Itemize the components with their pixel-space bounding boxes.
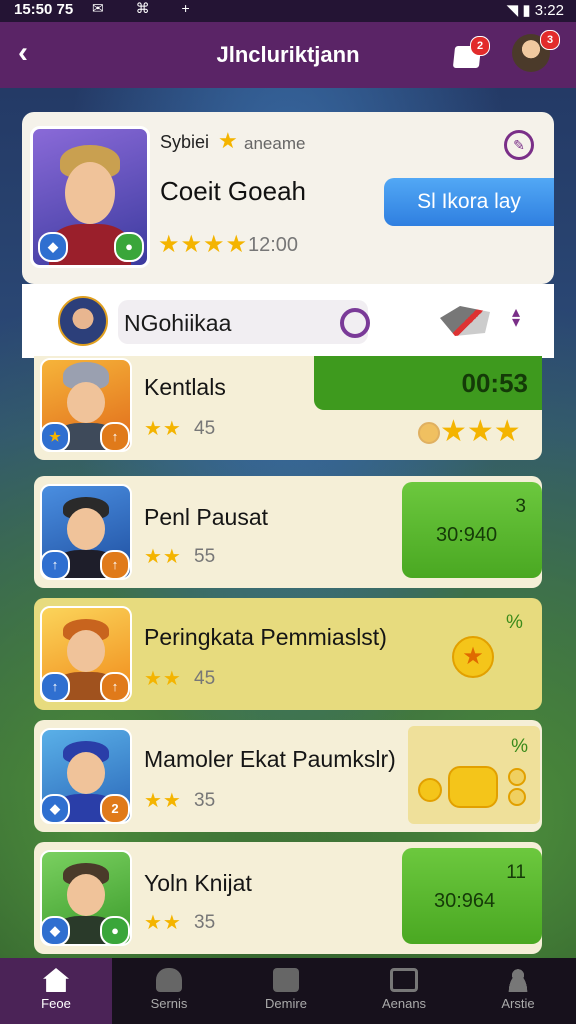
tab-label: Sernis bbox=[150, 996, 188, 1011]
shield-icon: ◆ bbox=[40, 916, 70, 946]
status-battery: ◥ ▮ 3:22 bbox=[506, 2, 564, 19]
row-stars: ★★ bbox=[144, 546, 182, 568]
row-rating: 35 bbox=[194, 912, 216, 933]
row-value: 30:964 bbox=[434, 890, 496, 912]
tab-label: Aenans bbox=[381, 996, 427, 1011]
tab-search[interactable]: Sernis bbox=[113, 958, 225, 1024]
portrait-icon bbox=[273, 968, 299, 992]
timer-panel: 00:53 bbox=[314, 356, 542, 410]
level-icon: ↑ bbox=[100, 672, 130, 702]
sort-icon[interactable]: ▴ ▾ bbox=[512, 305, 520, 331]
row-name: Penl Pausat bbox=[144, 504, 269, 530]
home-icon bbox=[43, 968, 69, 992]
shield-icon: ◆ bbox=[38, 232, 68, 262]
star-icon: ★ bbox=[218, 128, 238, 153]
list-item-highlighted[interactable]: ↑ ↑ Peringkata Pemmiaslst) ★★ 45 % ★ bbox=[34, 598, 542, 710]
tab-account[interactable]: Arstie bbox=[462, 958, 574, 1024]
search-icon[interactable] bbox=[340, 308, 370, 338]
notification-badge: 2 bbox=[470, 36, 490, 56]
timer-panel: 11 30:964 bbox=[402, 848, 542, 944]
list-item[interactable]: ◆ 2 Mamoler Ekat Paumkslr) ★★ 35 % bbox=[34, 720, 542, 832]
reward-stars: ★★★ bbox=[440, 415, 521, 448]
tab-messages[interactable]: Aenans bbox=[348, 958, 460, 1024]
profile-rating: 12:00 bbox=[248, 234, 299, 256]
row-name: Mamoler Ekat Paumkslr) bbox=[144, 746, 396, 772]
profile-stars: ★★★★ bbox=[158, 231, 249, 258]
profile-name: Coeit Goeah bbox=[160, 176, 306, 206]
tab-home[interactable]: Feoe bbox=[0, 958, 112, 1024]
filter-bar: NGohiikaa ▴ ▾ bbox=[22, 284, 554, 358]
level-icon: ↑ bbox=[100, 550, 130, 580]
status-icons: ✉ ⌘ + bbox=[92, 0, 204, 16]
shield-icon: ◆ bbox=[40, 794, 70, 824]
row-name: Peringkata Pemmiaslst) bbox=[144, 624, 387, 650]
coin-icon bbox=[508, 768, 526, 786]
row-stars: ★★ bbox=[144, 418, 182, 440]
star-badge-icon: ★ bbox=[40, 422, 70, 452]
reward-panel: % bbox=[408, 726, 540, 824]
flag-icon[interactable] bbox=[440, 306, 490, 336]
row-badge: % bbox=[511, 736, 528, 757]
row-rating: 55 bbox=[194, 546, 216, 567]
list-item[interactable]: ↑ ↑ Penl Pausat ★★ 55 3 30:940 bbox=[34, 476, 542, 588]
level-icon: ↑ bbox=[100, 422, 130, 452]
play-button[interactable]: Sl Ikora lay bbox=[384, 178, 554, 226]
row-name: Yoln Knijat bbox=[144, 870, 252, 896]
row-badge: 3 bbox=[515, 496, 526, 517]
coin-stack-icon[interactable] bbox=[448, 766, 498, 808]
user-icon bbox=[505, 968, 531, 992]
app-bar: ‹ Jlncluriktjann 2 3 bbox=[0, 22, 576, 88]
row-name: Kentlals bbox=[144, 374, 226, 400]
row-value: 00:53 bbox=[461, 368, 529, 398]
notifications-button[interactable]: 2 bbox=[450, 36, 490, 70]
row-rating: 45 bbox=[194, 668, 216, 689]
level-icon: 2 bbox=[100, 794, 130, 824]
profile-label: Sybiei bbox=[160, 132, 210, 152]
row-badge: 11 bbox=[506, 862, 526, 883]
search-text: NGohiikaa bbox=[124, 310, 232, 336]
tab-profile[interactable]: Demire bbox=[230, 958, 342, 1024]
row-rating: 45 bbox=[194, 418, 216, 439]
filter-avatar bbox=[58, 296, 108, 346]
status-bar: 15:50 75 ✉ ⌘ + ◥ ▮ 3:22 bbox=[0, 0, 576, 22]
tab-label: Arstie bbox=[501, 996, 535, 1011]
people-icon bbox=[156, 968, 182, 992]
tab-label: Feoe bbox=[41, 996, 71, 1011]
profile-sublabel: aneame bbox=[244, 134, 306, 153]
profile-badge: 3 bbox=[540, 30, 560, 50]
list-item[interactable]: ◆ ● Yoln Knijat ★★ 35 11 30:964 bbox=[34, 842, 542, 954]
leaf-icon: ● bbox=[100, 916, 130, 946]
list-item[interactable]: ★ ↑ Kentlals ★★ 45 00:53 ★★★ bbox=[34, 356, 542, 460]
coin-icon bbox=[508, 788, 526, 806]
tab-label: Demire bbox=[265, 996, 307, 1011]
timer-panel: 3 30:940 bbox=[402, 482, 542, 578]
coin-star-icon[interactable]: ★ bbox=[452, 636, 494, 678]
shield-icon: ↑ bbox=[40, 550, 70, 580]
window-icon bbox=[390, 968, 418, 992]
row-badge: % bbox=[506, 612, 523, 633]
row-stars: ★★ bbox=[144, 790, 182, 812]
search-input[interactable]: NGohiikaa bbox=[118, 300, 370, 344]
row-rating: 35 bbox=[194, 790, 216, 811]
leaf-icon: ● bbox=[114, 232, 144, 262]
edit-icon[interactable]: ✎ bbox=[504, 130, 534, 160]
profile-card: ◆ ● Sybiei ★ aneame ✎ Coeit Goeah ★★★★ 1… bbox=[22, 112, 554, 284]
coin-icon bbox=[418, 422, 440, 444]
row-value: 30:940 bbox=[436, 524, 498, 546]
coin-icon bbox=[418, 778, 442, 802]
row-stars: ★★ bbox=[144, 668, 182, 690]
status-time: 15:50 75 bbox=[14, 1, 74, 18]
row-stars: ★★ bbox=[144, 912, 182, 934]
shield-icon: ↑ bbox=[40, 672, 70, 702]
bottom-tab-bar: Feoe Sernis Demire Aenans Arstie bbox=[0, 958, 576, 1024]
